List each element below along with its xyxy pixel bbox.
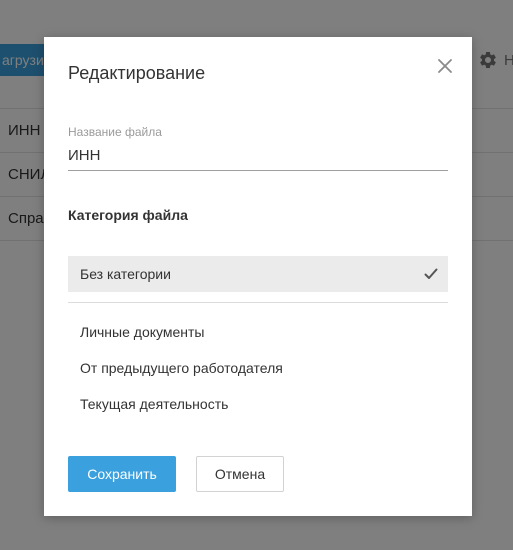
- edit-file-dialog: Редактирование Название файла Категория …: [44, 37, 472, 516]
- category-section-title: Категория файла: [68, 207, 188, 223]
- file-name-input[interactable]: [68, 141, 448, 171]
- category-option[interactable]: Текущая деятельность: [68, 386, 448, 422]
- close-button[interactable]: [434, 55, 456, 77]
- cancel-button[interactable]: Отмена: [196, 456, 284, 492]
- category-option-label: Без категории: [80, 266, 171, 282]
- close-icon: [438, 59, 452, 73]
- dialog-title: Редактирование: [68, 63, 206, 83]
- file-name-label: Название файла: [68, 125, 162, 139]
- divider: [68, 302, 448, 303]
- check-icon: [424, 268, 438, 279]
- category-option-selected[interactable]: Без категории: [68, 256, 448, 292]
- category-list: Без категории Личные документы От предыд…: [68, 256, 448, 422]
- save-button[interactable]: Сохранить: [68, 456, 176, 492]
- category-option[interactable]: От предыдущего работодателя: [68, 350, 448, 386]
- category-option[interactable]: Личные документы: [68, 314, 448, 350]
